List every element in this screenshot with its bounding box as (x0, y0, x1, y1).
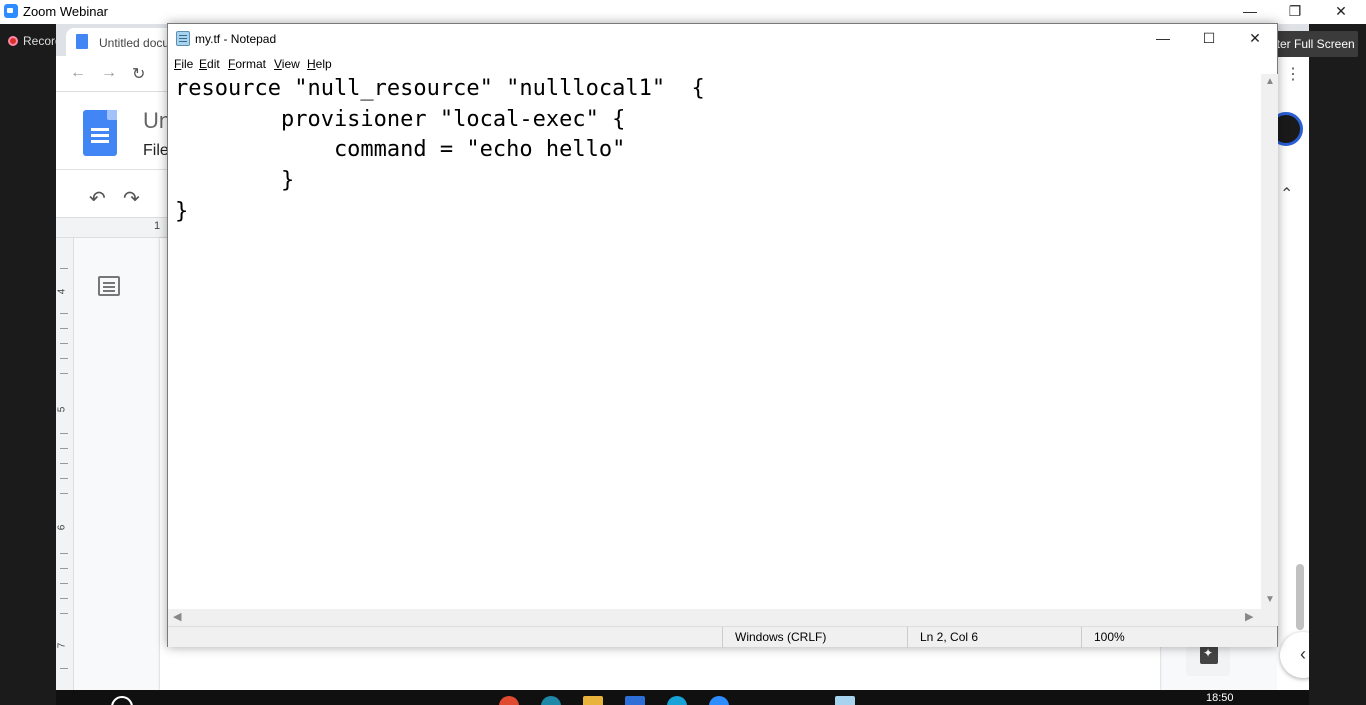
chrome-menu-icon[interactable]: ⋮ (1285, 64, 1301, 84)
code-line: } (175, 199, 189, 224)
notepad-text-area[interactable]: resource "null_resource" "nulllocal1" { … (168, 74, 1261, 609)
notepad-maximize-button[interactable]: ☐ (1186, 26, 1232, 52)
notepad-close-button[interactable]: ✕ (1232, 26, 1278, 52)
notepad-menubar: File Edit Format View Help (168, 54, 1277, 74)
notepad-horizontal-scrollbar[interactable]: ◀ ▶ (168, 609, 1261, 626)
scroll-down-arrow-icon[interactable]: ▼ (1265, 594, 1275, 605)
zoom-window-title: Zoom Webinar (23, 4, 109, 19)
reload-icon[interactable]: ↻ (132, 64, 145, 84)
menu-view[interactable]: View (274, 57, 300, 71)
menu-help[interactable]: Help (307, 57, 332, 71)
code-line: command = "echo hello" (175, 137, 626, 162)
notepad-window: my.tf - Notepad — ☐ ✕ File Edit Format V… (167, 23, 1278, 648)
search-icon[interactable] (111, 696, 133, 705)
google-docs-tab-icon (76, 34, 88, 49)
notepad-vertical-scrollbar[interactable]: ▲ ▼ (1261, 74, 1278, 609)
ruler-number: 7 (56, 642, 68, 649)
taskbar-clock[interactable]: 18:50 (1206, 692, 1234, 704)
scrollbar-corner (1261, 609, 1278, 626)
zoom-app-icon (4, 4, 18, 18)
chevron-up-icon[interactable]: ⌃ (1280, 184, 1293, 204)
ruler-number: 4 (56, 288, 68, 295)
vertical-ruler: 4 5 6 7 (56, 238, 74, 690)
status-line-ending: Windows (CRLF) (722, 627, 907, 648)
notepad-statusbar: Windows (CRLF) Ln 2, Col 6 100% (168, 626, 1277, 648)
chrome-tab-title: Untitled docu (99, 36, 170, 50)
menu-edit[interactable]: Edit (199, 57, 220, 71)
ruler-number: 1 (154, 220, 161, 232)
menu-format[interactable]: Format (228, 57, 266, 71)
folder-taskbar-icon[interactable] (583, 696, 603, 705)
zoom-close-button[interactable]: ✕ (1318, 0, 1364, 24)
notepad-window-title: my.tf - Notepad (195, 32, 277, 46)
google-docs-icon[interactable] (83, 110, 117, 156)
zoom-restore-button[interactable]: ❐ (1272, 0, 1318, 24)
edge-taskbar-icon[interactable] (541, 696, 561, 705)
status-cursor-position: Ln 2, Col 6 (907, 627, 1081, 648)
notepad-titlebar[interactable]: my.tf - Notepad — ☐ ✕ (168, 24, 1277, 54)
scroll-right-arrow-icon[interactable]: ▶ (1245, 610, 1253, 623)
zoom-taskbar-icon[interactable] (709, 696, 729, 705)
undo-icon[interactable]: ↶ (89, 186, 106, 211)
code-line: } (175, 168, 295, 193)
back-arrow-icon[interactable]: ← (70, 64, 86, 82)
forward-arrow-icon[interactable]: → (101, 64, 117, 82)
record-icon (8, 36, 18, 46)
recording-indicator[interactable]: Record (8, 34, 62, 48)
scroll-left-arrow-icon[interactable]: ◀ (173, 610, 181, 623)
ruler-number: 6 (56, 524, 68, 531)
notepad-icon (176, 31, 190, 46)
code-line: resource "null_resource" "nulllocal1" { (175, 76, 705, 101)
windows-taskbar: 18:50 (56, 690, 1309, 705)
skype-taskbar-icon[interactable] (667, 696, 687, 705)
status-zoom: 100% (1081, 627, 1277, 648)
scroll-up-arrow-icon[interactable]: ▲ (1265, 76, 1275, 87)
menu-file[interactable]: File (174, 57, 193, 71)
notepad-minimize-button[interactable]: — (1140, 26, 1186, 52)
code-line: provisioner "local-exec" { (175, 107, 626, 132)
notepad-taskbar-icon[interactable] (835, 696, 855, 705)
docs-scrollbar[interactable] (1296, 564, 1304, 630)
chrome-taskbar-icon[interactable] (499, 696, 519, 705)
docs-menu-file[interactable]: File (143, 142, 169, 160)
docs-right-strip (1277, 56, 1309, 690)
explore-icon (1200, 646, 1218, 664)
zoom-minimize-button[interactable]: — (1227, 0, 1273, 24)
store-taskbar-icon[interactable] (625, 696, 645, 705)
document-outline-icon[interactable] (98, 276, 120, 296)
ruler-number: 5 (56, 406, 68, 413)
redo-icon[interactable]: ↷ (123, 186, 140, 211)
zoom-titlebar: Zoom Webinar — ❐ ✕ (0, 0, 1366, 24)
